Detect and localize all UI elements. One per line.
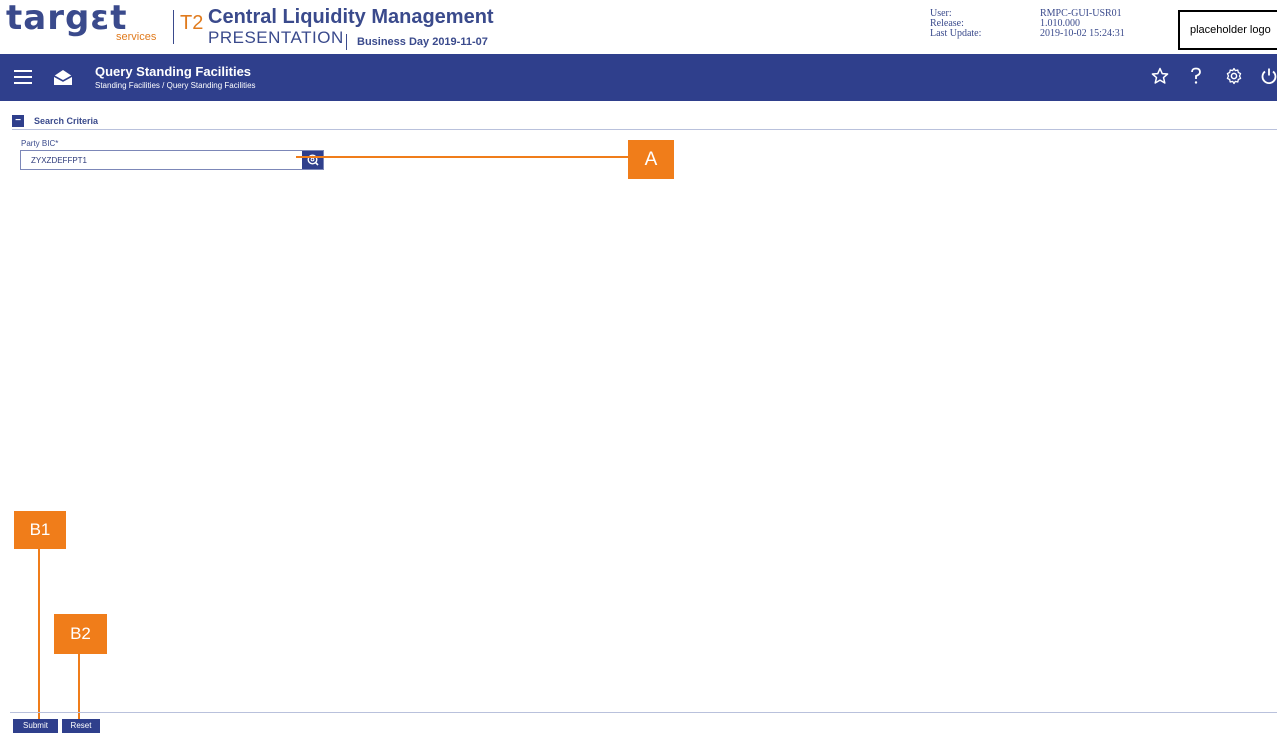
meta-labels: User: Release: Last Update:	[930, 9, 981, 39]
logo-subtitle: services	[116, 31, 157, 43]
annotation-b1-label: B1	[14, 511, 66, 549]
annotation-b2-connector	[78, 654, 80, 721]
logo-wordmark: targεt	[6, 0, 128, 38]
reset-button[interactable]: Reset	[62, 719, 100, 733]
star-icon[interactable]	[1150, 67, 1170, 87]
header-divider	[173, 10, 174, 44]
annotation-a-connector	[296, 156, 628, 158]
page-title: Query Standing Facilities	[95, 64, 252, 79]
annotation-b1-connector	[38, 549, 40, 721]
annotation-a-label: A	[628, 140, 674, 179]
power-icon[interactable]	[1259, 67, 1277, 87]
t2-label: T2	[180, 12, 204, 34]
breadcrumb: Standing Facilities / Query Standing Fac…	[95, 81, 256, 90]
meta-values: RMPC-GUI-USR01 1.010.000 2019-10-02 15:2…	[1040, 9, 1125, 39]
top-header: targεt services T2 Central Liquidity Man…	[0, 0, 1277, 54]
app-title: Central Liquidity Management	[208, 6, 494, 28]
help-icon[interactable]	[1186, 67, 1206, 87]
collapse-toggle-button[interactable]: −	[12, 115, 24, 127]
last-update-value: 2019-10-02 15:24:31	[1040, 28, 1125, 39]
search-icon	[307, 154, 319, 166]
mail-envelope-icon[interactable]	[52, 66, 74, 88]
party-bic-input[interactable]	[21, 151, 304, 169]
env-divider	[346, 34, 347, 50]
party-bic-label: Party BIC*	[21, 139, 59, 148]
footer-divider	[10, 712, 1277, 713]
submit-button[interactable]: Submit	[13, 719, 58, 733]
section-divider	[12, 129, 1277, 130]
menu-icon[interactable]	[14, 70, 32, 84]
search-criteria-header: − Search Criteria	[12, 115, 1277, 130]
party-bic-field	[20, 150, 324, 170]
business-day: Business Day 2019-11-07	[357, 36, 488, 48]
placeholder-logo: placeholder logo	[1178, 10, 1277, 50]
target-services-logo: targεt services	[6, 0, 171, 50]
gear-icon[interactable]	[1224, 67, 1244, 87]
party-bic-search-button[interactable]	[302, 151, 323, 169]
last-update-label: Last Update:	[930, 28, 982, 39]
annotation-b2-label: B2	[54, 614, 107, 654]
environment-label: PRESENTATION	[208, 28, 344, 47]
search-criteria-title: Search Criteria	[34, 116, 99, 126]
nav-bar: Query Standing Facilities Standing Facil…	[0, 54, 1277, 101]
